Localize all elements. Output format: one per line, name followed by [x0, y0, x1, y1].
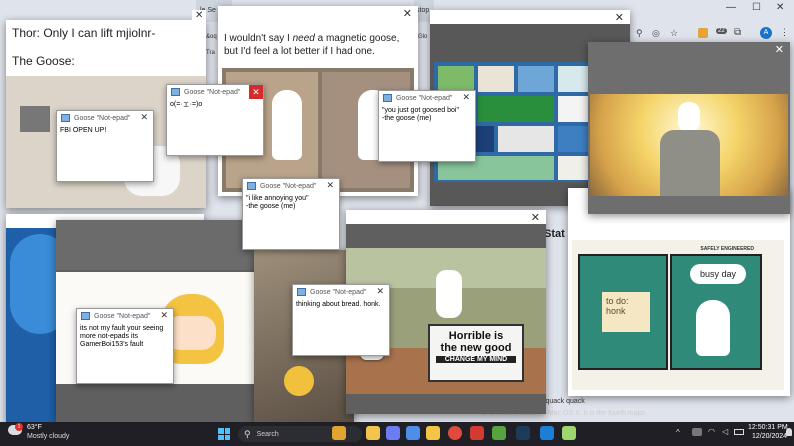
notepad-text[interactable]: thinking about bread. honk. [293, 299, 389, 311]
taskbar-app-icon[interactable] [332, 426, 346, 440]
todo-note: to do: honk [602, 292, 650, 332]
notepad-window[interactable]: Goose "Not-epad" ✕ "you just got goosed b… [378, 90, 476, 162]
taskbar-app-icon[interactable] [470, 426, 484, 440]
taskbar-app-icon[interactable] [366, 426, 380, 440]
extension-icon[interactable] [698, 28, 708, 38]
location-icon[interactable]: ⚲ [636, 28, 643, 39]
notepad-text[interactable]: "i like annoying you" -the goose (me) [243, 193, 339, 213]
bookmark[interactable]: &oq [206, 34, 217, 40]
close-icon[interactable]: ✕ [615, 12, 624, 24]
close-icon[interactable]: ✕ [403, 8, 412, 20]
profile-avatar[interactable]: A [760, 27, 772, 39]
battery-icon[interactable] [734, 429, 744, 435]
notepad-text[interactable]: "you just got goosed boi" -the goose (me… [379, 105, 475, 125]
close-icon[interactable]: ✕ [376, 286, 384, 297]
busy-caption: busy day [690, 264, 746, 284]
notepad-window[interactable]: Goose "Not-epad" ✕ its not my fault your … [76, 308, 174, 384]
meme-line: The Goose: [12, 54, 75, 68]
notepad-window[interactable]: Goose "Not-epad" ✕ "i like annoying you" … [242, 178, 340, 250]
start-button[interactable] [218, 428, 230, 440]
meme-line: Thor: Only I can lift mjiolnr- [12, 26, 156, 40]
close-icon[interactable]: ✕ [775, 44, 784, 56]
page-heading-fragment: Stat [544, 228, 565, 240]
tray-icon[interactable] [692, 428, 702, 436]
notepad-window[interactable]: Goose "Not-epad" ✕ o(=·ェ·=)o [166, 84, 264, 156]
bookmark[interactable]: Glo [418, 34, 427, 40]
notepad-icon [81, 312, 90, 320]
taskbar-app-icon[interactable] [492, 426, 506, 440]
weather-badge: 1 [15, 423, 23, 431]
busy-day-meme: SAFELY ENGINEERED to do: honk busy day [572, 240, 784, 390]
sign-line: CHANGE MY MIND [436, 356, 516, 363]
weather-temp[interactable]: 63°F [27, 424, 42, 431]
menu-icon[interactable]: ⋮ [780, 27, 789, 38]
close-window-button[interactable]: ✕ [776, 2, 784, 13]
page-text-fragment: k quack quack [540, 398, 585, 405]
notepad-icon [61, 114, 70, 122]
taskbar-app-icon[interactable] [406, 426, 420, 440]
notepad-text[interactable]: o(=·ェ·=)o [167, 99, 263, 111]
close-icon[interactable]: ✕ [249, 85, 263, 99]
notepad-title: Goose "Not-epad" [310, 288, 367, 296]
notepad-title: Goose "Not-epad" [396, 94, 453, 102]
star-icon[interactable]: ☆ [670, 28, 678, 39]
notepad-window[interactable]: Goose "Not-epad" ✕ FBI OPEN UP! [56, 110, 154, 182]
notification-bell-icon[interactable] [786, 428, 792, 436]
close-icon[interactable]: ✕ [140, 112, 148, 123]
goose-window-heaven[interactable]: ✕ [588, 42, 790, 214]
close-icon[interactable]: ✕ [192, 10, 207, 21]
search-label: Search [256, 430, 279, 438]
sign-line: the new good [440, 342, 512, 354]
notepad-text[interactable]: its not my fault your seeing more not-ep… [77, 323, 173, 351]
clock-time[interactable]: 12:50:31 PM [748, 424, 788, 431]
notepad-icon [297, 288, 306, 296]
close-icon[interactable]: ✕ [462, 92, 470, 103]
notepad-icon [247, 182, 256, 190]
wifi-icon[interactable]: ◠ [708, 427, 715, 436]
puzzle-icon[interactable]: ⧉ [734, 27, 741, 38]
close-icon[interactable]: ✕ [160, 310, 168, 321]
clock-date[interactable]: 12/20/2024 [752, 433, 787, 440]
goose-window-right[interactable]: ✕ SAFELY ENGINEERED to do: honk busy day [568, 188, 790, 396]
sign-line: Horrible is [448, 330, 504, 342]
taskbar-app-icon[interactable] [540, 426, 554, 440]
search-icon: ⚲ [244, 428, 251, 439]
folder-icon[interactable] [426, 426, 440, 440]
notepad-taskbar-icon[interactable] [562, 426, 576, 440]
change-my-mind-sign: Horrible is the new good CHANGE MY MIND [428, 324, 524, 382]
notepad-title: Goose "Not-epad" [74, 114, 131, 122]
bookmark[interactable]: Tra [206, 50, 215, 56]
close-icon[interactable]: ✕ [531, 212, 540, 224]
steam-icon[interactable] [516, 426, 530, 440]
maximize-button[interactable]: ☐ [752, 2, 761, 13]
close-icon[interactable]: ✕ [326, 180, 334, 191]
taskbar-app-icon[interactable] [386, 426, 400, 440]
notepad-icon [171, 88, 180, 96]
notepad-title: Goose "Not-epad" [94, 312, 151, 320]
notepad-window[interactable]: Goose "Not-epad" ✕ thinking about bread. … [292, 284, 390, 356]
minimize-button[interactable]: — [726, 2, 736, 13]
eye-off-icon[interactable]: ◎ [652, 28, 660, 39]
chevron-up-icon[interactable]: ^ [676, 428, 680, 437]
extension-badge: 22 [716, 28, 727, 34]
meme-header: SAFELY ENGINEERED [700, 246, 754, 252]
weather-desc[interactable]: Mostly cloudy [27, 433, 69, 440]
notepad-title: Goose "Not-epad" [184, 88, 241, 96]
notepad-title: Goose "Not-epad" [260, 182, 317, 190]
notepad-text[interactable]: FBI OPEN UP! [57, 125, 153, 137]
notepad-icon [383, 94, 392, 102]
goose-heaven-image [590, 94, 788, 196]
meme-caption: I wouldn't say I need a magnetic goose, … [224, 33, 400, 57]
chrome-icon[interactable] [448, 426, 462, 440]
goose-image [696, 300, 730, 356]
volume-icon[interactable]: ◁ [722, 427, 728, 436]
